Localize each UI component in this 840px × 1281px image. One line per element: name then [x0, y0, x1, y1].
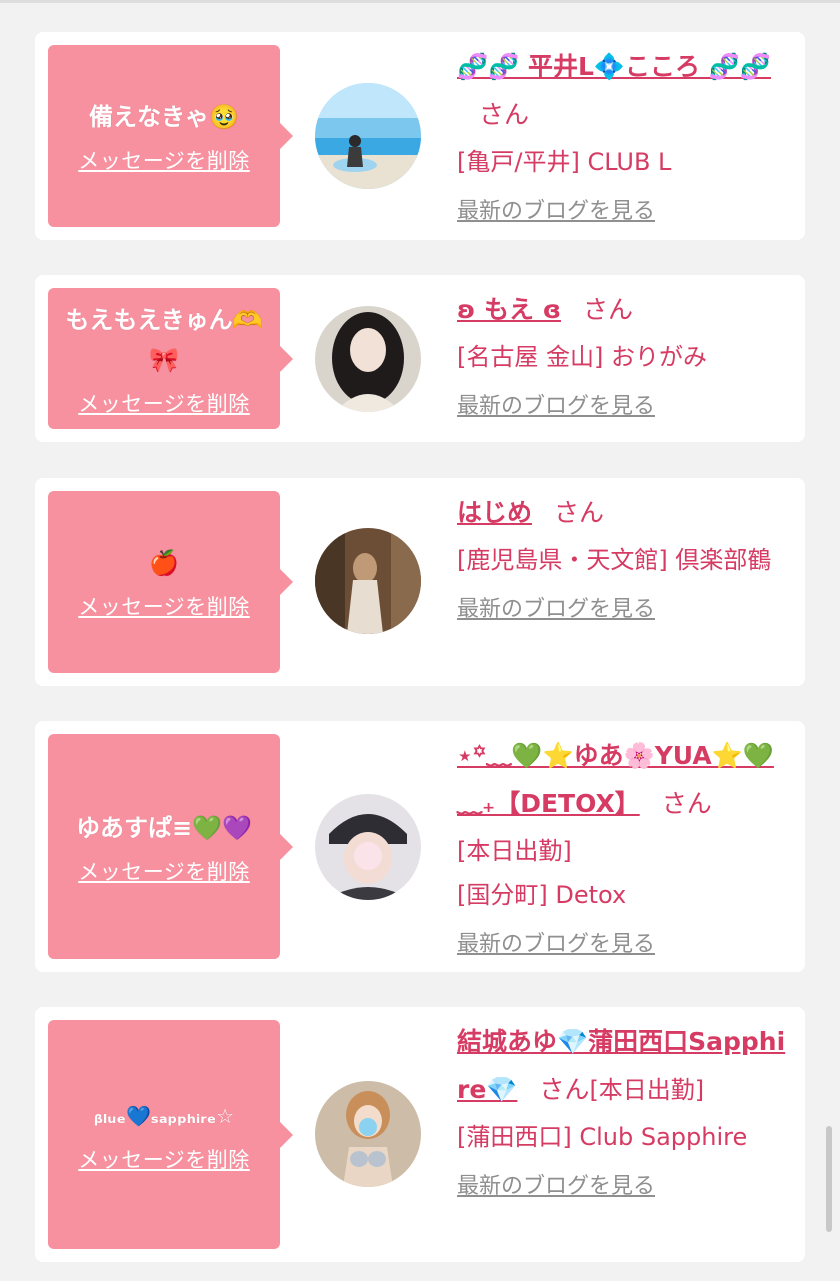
store-info: 結城あゆ💎蒲田西口Sapphire💎 さん[本日出勤] [蒲田西口] Club S… [457, 1019, 793, 1205]
top-divider [0, 0, 840, 3]
delete-message-link[interactable]: メッセージを削除 [78, 1144, 250, 1174]
cast-name-link[interactable]: 🧬🧬 平井L💠こころ 🧬🧬 [457, 52, 771, 81]
message-text: もえもえきゅん🫶🎀 [65, 305, 263, 374]
avatar[interactable] [315, 794, 421, 900]
shop-name: [国分町] Detox [457, 881, 627, 909]
shop-name: [亀戸/平井] CLUB L [457, 148, 672, 176]
avatar-image [315, 794, 421, 900]
message-bubble: ᵦₗᵤₑ💙ₛₐₚₚₕᵢᵣₑ☆ メッセージを削除 [48, 1020, 293, 1249]
message-bubble: 🍎 メッセージを削除 [48, 491, 293, 673]
message-text: 🍎 [149, 549, 179, 577]
latest-blog-link[interactable]: 最新のブログを見る [457, 389, 793, 425]
avatar[interactable] [315, 528, 421, 634]
latest-blog-link[interactable]: 最新のブログを見る [457, 1169, 793, 1205]
honorific: さん [554, 498, 605, 527]
delete-message-link[interactable]: メッセージを削除 [78, 856, 250, 886]
avatar-image [315, 306, 421, 412]
avatar-image [315, 83, 421, 189]
shop-name: [蒲田西口] Club Sapphire [457, 1123, 748, 1151]
honorific: さん [661, 789, 712, 818]
message-card: 備えなきゃ🥹 メッセージを削除 🧬🧬 平井L💠こころ 🧬🧬 さん [亀戸/平井] … [35, 32, 805, 240]
avatar[interactable] [315, 1081, 421, 1187]
work-status: [本日出勤] [589, 1076, 705, 1104]
message-bubble: もえもえきゅん🫶🎀 メッセージを削除 [48, 288, 293, 429]
scrollbar[interactable] [826, 1126, 832, 1232]
message-card: ゆあすぱ≡💚💜 メッセージを削除 ⋆꙳﹏💚⭐ゆあ🌸YUA⭐💚﹏₊【DETOX】さ… [35, 721, 805, 972]
message-text: 備えなきゃ🥹 [89, 103, 239, 131]
honorific: さん [539, 1075, 590, 1104]
shop-name: [鹿児島県・天文館] 倶楽部鶴 [457, 546, 772, 574]
store-info: ⋆꙳﹏💚⭐ゆあ🌸YUA⭐💚﹏₊【DETOX】 さん [本日出勤] [国分町] De… [457, 733, 793, 963]
message-text: ᵦₗᵤₑ💙ₛₐₚₚₕᵢᵣₑ☆ [93, 1103, 235, 1128]
latest-blog-link[interactable]: 最新のブログを見る [457, 927, 793, 963]
avatar-image [315, 1081, 421, 1187]
cast-name-link[interactable]: ⋆꙳﹏💚⭐ゆあ🌸YUA⭐💚﹏₊【DETOX】 [457, 741, 774, 818]
latest-blog-link[interactable]: 最新のブログを見る [457, 592, 793, 628]
store-info: ʚ もえ ɞ さん [名古屋 金山] おりがみ 最新のブログを見る [457, 287, 793, 425]
message-text: ゆあすぱ≡💚💜 [76, 813, 252, 842]
message-card: もえもえきゅん🫶🎀 メッセージを削除 ʚ もえ ɞ さん [名古屋 金山] おりが… [35, 275, 805, 442]
delete-message-link[interactable]: メッセージを削除 [78, 388, 250, 418]
delete-message-link[interactable]: メッセージを削除 [78, 591, 250, 621]
cast-name-link[interactable]: はじめ [457, 498, 532, 527]
shop-name: [名古屋 金山] おりがみ [457, 343, 707, 371]
work-status: [本日出勤] [457, 837, 572, 865]
store-info: 🧬🧬 平井L💠こころ 🧬🧬 さん [亀戸/平井] CLUB L 最新のブログを見る [457, 44, 793, 230]
honorific: さん [582, 295, 633, 324]
cast-name-link[interactable]: ʚ もえ ɞ [457, 295, 561, 324]
avatar[interactable] [315, 83, 421, 189]
store-info: はじめ さん [鹿児島県・天文館] 倶楽部鶴 最新のブログを見る [457, 490, 793, 628]
message-card: 🍎 メッセージを削除 はじめ さん [鹿児島県・天文館] 倶楽部鶴 最新のブログを… [35, 478, 805, 686]
avatar-image [315, 528, 421, 634]
honorific: さん [479, 100, 530, 129]
avatar[interactable] [315, 306, 421, 412]
message-bubble: 備えなきゃ🥹 メッセージを削除 [48, 45, 293, 227]
latest-blog-link[interactable]: 最新のブログを見る [457, 194, 793, 230]
delete-message-link[interactable]: メッセージを削除 [78, 145, 250, 175]
message-bubble: ゆあすぱ≡💚💜 メッセージを削除 [48, 734, 293, 959]
message-card: ᵦₗᵤₑ💙ₛₐₚₚₕᵢᵣₑ☆ メッセージを削除 結城あゆ💎蒲田西口Sapphir… [35, 1007, 805, 1262]
